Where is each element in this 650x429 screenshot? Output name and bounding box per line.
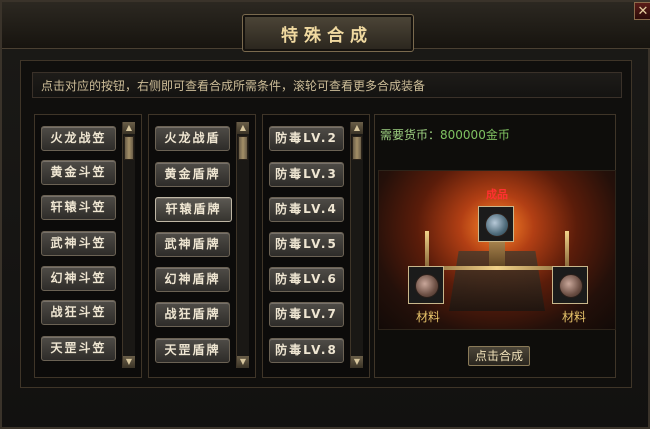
item-button[interactable]: 武神盾牌 bbox=[155, 232, 230, 257]
altar-crossbar bbox=[425, 266, 569, 270]
window-title: 特殊合成 bbox=[281, 26, 373, 46]
scrollbar[interactable]: ▲ ▼ bbox=[122, 122, 135, 368]
item-button-selected[interactable]: 轩辕盾牌 bbox=[155, 197, 232, 222]
item-button[interactable]: 黄金斗笠 bbox=[41, 160, 116, 185]
item-button[interactable]: 防毒LV.6 bbox=[269, 267, 344, 292]
item-button[interactable]: 防毒LV.2 bbox=[269, 126, 344, 151]
altar-post-left bbox=[425, 231, 429, 267]
scroll-down-icon[interactable]: ▼ bbox=[237, 356, 249, 368]
altar-post-right bbox=[565, 231, 569, 267]
item-button[interactable]: 天罡斗笠 bbox=[41, 336, 116, 361]
cost-value: 800000金币 bbox=[440, 128, 510, 142]
material-item-icon bbox=[559, 274, 583, 298]
scroll-down-icon[interactable]: ▼ bbox=[351, 356, 363, 368]
scroll-thumb[interactable] bbox=[124, 136, 134, 160]
item-button[interactable]: 防毒LV.4 bbox=[269, 197, 344, 222]
item-button[interactable]: 幻神斗笠 bbox=[41, 266, 116, 291]
close-icon[interactable]: ✕ bbox=[634, 2, 650, 20]
product-label: 成品 bbox=[486, 188, 508, 201]
item-button[interactable]: 天罡盾牌 bbox=[155, 338, 230, 363]
scroll-thumb[interactable] bbox=[352, 136, 362, 160]
item-button[interactable]: 火龙战笠 bbox=[41, 126, 116, 151]
cost-text: 需要货币：800000金币 bbox=[380, 126, 510, 143]
item-button[interactable]: 防毒LV.7 bbox=[269, 302, 344, 327]
item-button[interactable]: 幻神盾牌 bbox=[155, 267, 230, 292]
scroll-thumb[interactable] bbox=[238, 136, 248, 160]
item-button[interactable]: 防毒LV.8 bbox=[269, 338, 344, 363]
scrollbar[interactable]: ▲ ▼ bbox=[350, 122, 363, 368]
material-label-left: 材料 bbox=[416, 310, 441, 324]
info-text: 点击对应的按钮，右侧即可查看合成所需条件，滚轮可查看更多合成装备 bbox=[32, 72, 622, 98]
scrollbar[interactable]: ▲ ▼ bbox=[236, 122, 249, 368]
item-button[interactable]: 防毒LV.5 bbox=[269, 232, 344, 257]
material-slot-left[interactable] bbox=[408, 266, 444, 304]
cost-label: 需要货币： bbox=[380, 128, 441, 142]
item-button[interactable]: 火龙战盾 bbox=[155, 126, 230, 151]
item-button[interactable]: 轩辕斗笠 bbox=[41, 195, 116, 220]
synthesize-button[interactable]: 点击合成 bbox=[468, 346, 530, 366]
item-button[interactable]: 武神斗笠 bbox=[41, 231, 116, 256]
product-item-icon bbox=[485, 213, 509, 237]
item-button[interactable]: 黄金盾牌 bbox=[155, 162, 230, 187]
material-item-icon bbox=[415, 274, 439, 298]
scroll-up-icon[interactable]: ▲ bbox=[123, 122, 135, 134]
product-slot[interactable] bbox=[478, 206, 514, 242]
scroll-up-icon[interactable]: ▲ bbox=[351, 122, 363, 134]
synthesis-window: 特殊合成 ✕ 点击对应的按钮，右侧即可查看合成所需条件，滚轮可查看更多合成装备 … bbox=[0, 0, 650, 429]
scroll-down-icon[interactable]: ▼ bbox=[123, 356, 135, 368]
item-button[interactable]: 战狂斗笠 bbox=[41, 300, 116, 325]
scroll-up-icon[interactable]: ▲ bbox=[237, 122, 249, 134]
material-slot-right[interactable] bbox=[552, 266, 588, 304]
item-button[interactable]: 防毒LV.3 bbox=[269, 162, 344, 187]
item-button[interactable]: 战狂盾牌 bbox=[155, 302, 230, 327]
material-label-right: 材料 bbox=[562, 310, 587, 324]
